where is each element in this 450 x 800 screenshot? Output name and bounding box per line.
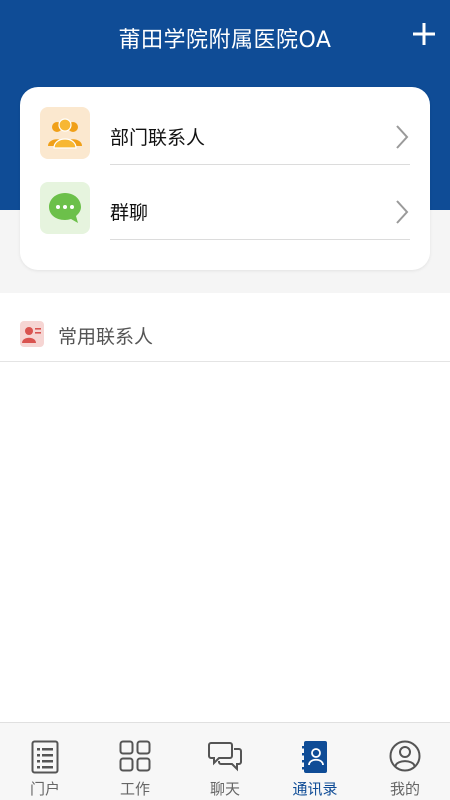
bottom-tab-bar: 门户 工作 聊天 通讯录 我的 xyxy=(0,722,450,800)
frequent-contacts-label: 常用联系人 xyxy=(58,326,154,348)
frequent-contacts-row[interactable]: 常用联系人 xyxy=(0,293,450,362)
group-chat-label: 群聊 xyxy=(110,202,149,224)
work-grid-icon xyxy=(119,740,151,772)
chevron-right-icon xyxy=(396,200,409,224)
contacts-page: 莆田学院附属医院OA 部门联系人 群聊 常用联系人 门户 工作 聊天 通讯录 我… xyxy=(0,0,450,800)
tab-label: 通讯录 xyxy=(292,780,338,798)
add-button[interactable] xyxy=(410,20,438,48)
page-title: 莆田学院附属医院OA xyxy=(118,28,332,53)
chevron-right-icon xyxy=(396,125,409,149)
profile-icon xyxy=(389,740,421,772)
chat-bubbles-icon xyxy=(208,742,242,772)
department-contacts-icon xyxy=(40,107,90,159)
row-divider xyxy=(110,239,410,240)
tab-work[interactable]: 工作 xyxy=(90,723,180,800)
plus-icon xyxy=(413,23,435,45)
tab-address-book[interactable]: 通讯录 xyxy=(270,723,360,800)
tab-chat[interactable]: 聊天 xyxy=(180,723,270,800)
tab-label: 我的 xyxy=(389,780,420,798)
tab-label: 工作 xyxy=(119,780,150,798)
contacts-card: 部门联系人 群聊 xyxy=(20,87,430,270)
tab-label: 聊天 xyxy=(209,780,240,798)
tab-profile[interactable]: 我的 xyxy=(360,723,450,800)
group-chat-icon xyxy=(40,182,90,234)
group-chat-row[interactable]: 群聊 xyxy=(20,162,430,240)
address-book-icon xyxy=(302,741,327,773)
tab-portal[interactable]: 门户 xyxy=(0,723,90,800)
department-contacts-label: 部门联系人 xyxy=(110,127,206,149)
tab-label: 门户 xyxy=(29,780,60,798)
portal-icon xyxy=(31,740,59,774)
department-contacts-row[interactable]: 部门联系人 xyxy=(20,87,430,165)
frequent-contact-icon xyxy=(20,321,44,347)
